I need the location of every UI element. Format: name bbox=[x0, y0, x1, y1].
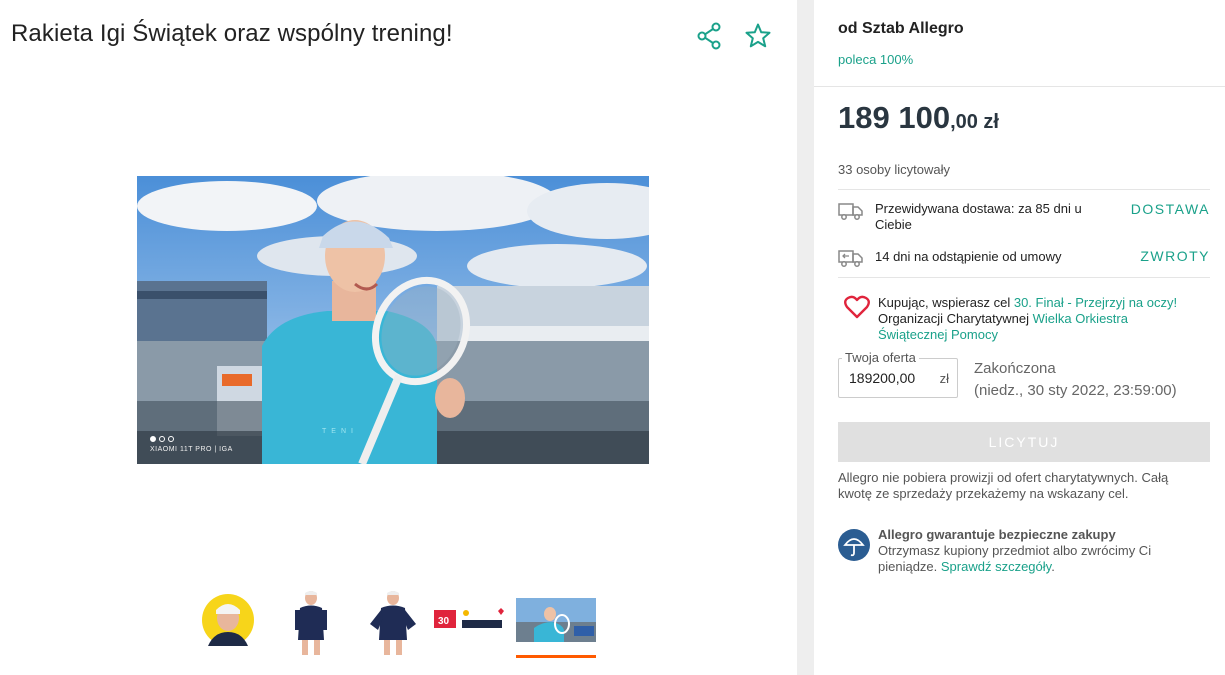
divider bbox=[838, 277, 1210, 278]
star-icon[interactable] bbox=[744, 22, 772, 50]
returns-link[interactable]: ZWROTY bbox=[1140, 248, 1210, 264]
thumb-standing-2[interactable] bbox=[366, 590, 420, 665]
photo-caption: XIAOMI 11T PRO | IGA bbox=[150, 446, 233, 453]
guarantee-link[interactable]: Sprawdź szczegóły bbox=[941, 559, 1051, 574]
offer-input[interactable] bbox=[849, 370, 929, 386]
heart-icon bbox=[844, 295, 870, 319]
thumb-wosp-banner[interactable]: 30 bbox=[432, 606, 512, 637]
charity-text-1: Kupując, wspierasz cel bbox=[878, 295, 1014, 310]
delivery-link[interactable]: DOSTAWA bbox=[1131, 201, 1210, 217]
thumb-standing-1[interactable] bbox=[286, 590, 336, 665]
photo-dot[interactable] bbox=[168, 436, 174, 442]
returns-text: 14 dni na odstąpienie od umowy bbox=[875, 249, 1062, 264]
shirt-text: TENI bbox=[322, 428, 358, 435]
auction-end-date: (niedz., 30 sty 2022, 23:59:00) bbox=[974, 382, 1177, 399]
seller-rating[interactable]: poleca 100% bbox=[838, 52, 913, 67]
fee-note: Allegro nie pobiera prowizji od ofert ch… bbox=[838, 470, 1169, 501]
delivery-text: Przewidywana dostawa: za 85 dni u Ciebie bbox=[875, 201, 1082, 232]
main-photo[interactable]: XIAOMI 11T PRO | IGA TENI bbox=[137, 176, 649, 464]
charity-info: Kupując, wspierasz cel 30. Finał - Przej… bbox=[878, 295, 1198, 343]
divider bbox=[838, 189, 1210, 190]
charity-text-2: Organizacji Charytatywnej bbox=[878, 311, 1033, 326]
offer-label: Twoja oferta bbox=[842, 350, 919, 365]
truck-icon bbox=[838, 201, 864, 221]
svg-text:30: 30 bbox=[438, 616, 450, 627]
return-truck-icon bbox=[838, 248, 864, 268]
share-icon[interactable] bbox=[696, 22, 724, 50]
guarantee-end: . bbox=[1051, 559, 1055, 574]
listing-panel: Rakieta Igi Świątek oraz wspólny trening… bbox=[0, 0, 797, 675]
price-fraction: ,00 zł bbox=[950, 111, 999, 133]
photo-dot[interactable] bbox=[159, 436, 165, 442]
guarantee-text: Otrzymasz kupiony przedmiot albo zwrócim… bbox=[878, 543, 1198, 575]
offer-currency: zł bbox=[939, 371, 949, 386]
photo-dots[interactable] bbox=[150, 436, 174, 442]
photo-dot[interactable] bbox=[150, 436, 156, 442]
purchase-panel: od Sztab Allegro poleca 100% 189 100,00 … bbox=[814, 0, 1225, 675]
thumb-court-photo[interactable] bbox=[516, 598, 596, 647]
thumb-portrait-yellow[interactable] bbox=[200, 590, 256, 651]
price: 189 100,00 zł bbox=[838, 100, 999, 136]
bidder-count: 33 osoby licytowały bbox=[838, 162, 950, 177]
charity-goal-link[interactable]: 30. Finał - Przejrzyj na oczy! bbox=[1014, 295, 1177, 310]
guarantee-title: Allegro gwarantuje bezpieczne zakupy bbox=[878, 527, 1116, 542]
auction-status: Zakończona bbox=[974, 360, 1056, 377]
panel-divider bbox=[797, 0, 814, 675]
divider bbox=[814, 86, 1225, 87]
umbrella-shield-icon bbox=[838, 529, 870, 561]
page-title: Rakieta Igi Świątek oraz wspólny trening… bbox=[11, 20, 453, 47]
seller-name[interactable]: od Sztab Allegro bbox=[838, 20, 964, 38]
bid-button[interactable]: LICYTUJ bbox=[838, 422, 1210, 462]
active-thumbnail-indicator bbox=[516, 655, 596, 658]
price-main: 189 100 bbox=[838, 100, 951, 135]
